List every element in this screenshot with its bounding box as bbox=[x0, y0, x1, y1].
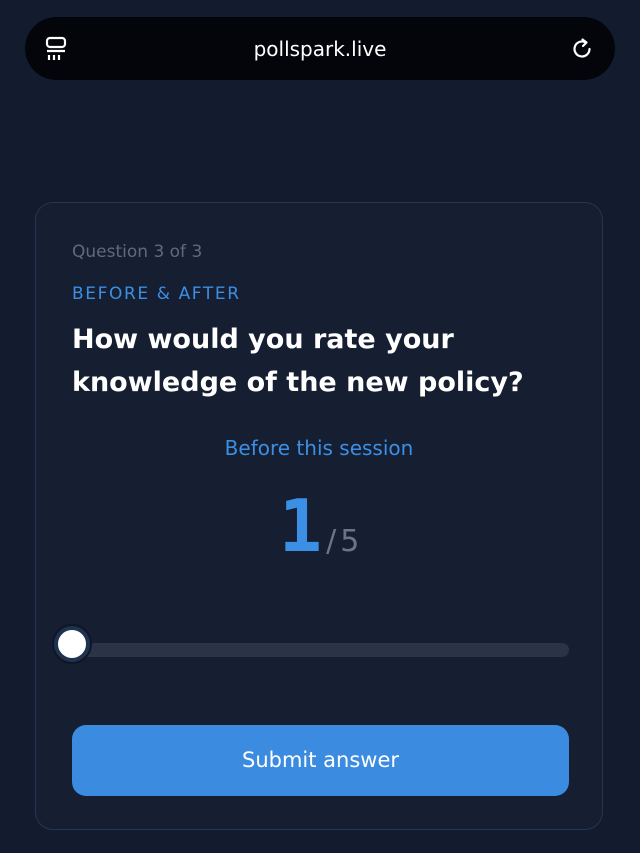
reload-icon[interactable] bbox=[569, 36, 595, 62]
poll-card: Question 3 of 3 BEFORE & AFTER How would… bbox=[35, 202, 603, 830]
rating-max: 5 bbox=[340, 524, 360, 559]
question-category: BEFORE & AFTER bbox=[72, 284, 241, 304]
rating-slider[interactable] bbox=[54, 626, 569, 662]
submit-answer-button[interactable]: Submit answer bbox=[72, 725, 569, 796]
rating-display: 1/5 bbox=[36, 486, 602, 566]
browser-address-bar[interactable]: pollspark.live bbox=[25, 17, 615, 80]
question-counter: Question 3 of 3 bbox=[72, 242, 203, 262]
slider-thumb[interactable] bbox=[54, 626, 90, 662]
scale-label: Before this session bbox=[224, 436, 414, 460]
rating-value: 1 bbox=[278, 484, 323, 568]
rating-separator: / bbox=[326, 524, 337, 559]
url-text[interactable]: pollspark.live bbox=[25, 36, 615, 62]
question-text: How would you rate your knowledge of the… bbox=[72, 324, 524, 398]
slider-track[interactable] bbox=[72, 643, 569, 657]
